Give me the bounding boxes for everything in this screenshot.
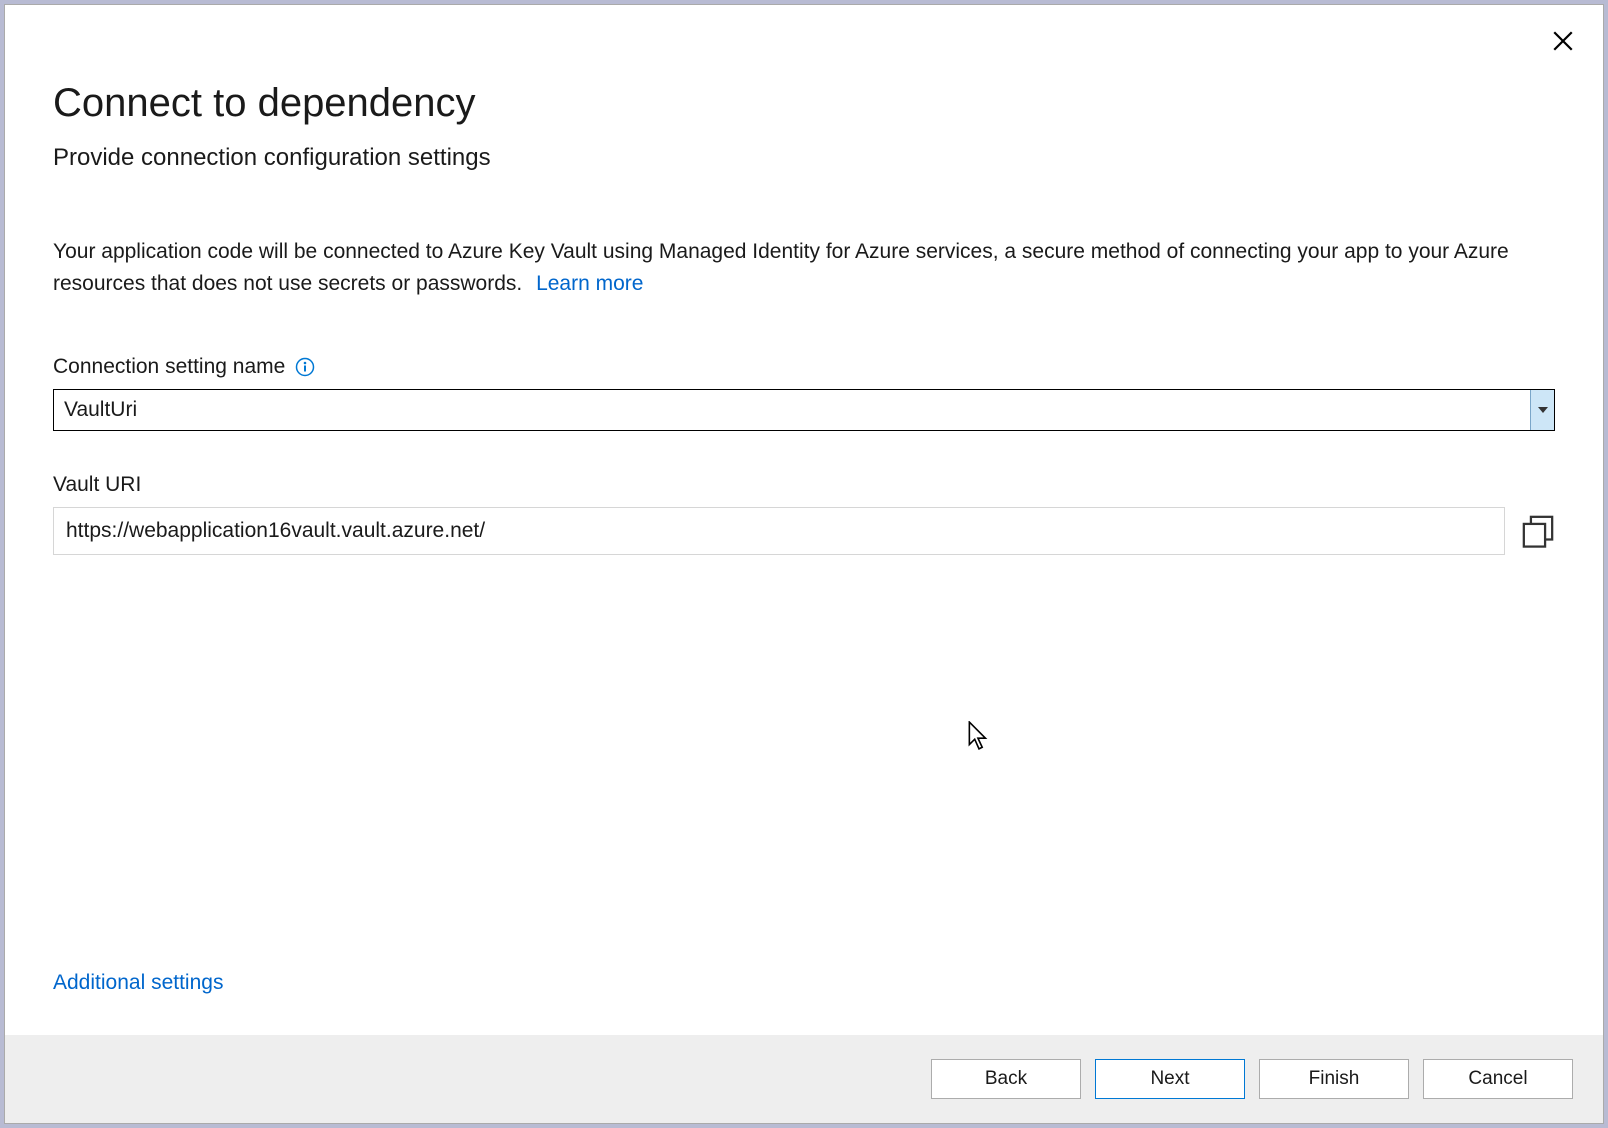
description-body: Your application code will be connected … — [53, 240, 1509, 295]
vault-uri-row — [53, 507, 1555, 555]
close-button[interactable] — [1551, 29, 1575, 53]
additional-settings-link[interactable]: Additional settings — [53, 971, 1555, 995]
close-icon — [1553, 31, 1573, 51]
connection-name-label-row: Connection setting name — [53, 355, 1555, 379]
vault-uri-label-row: Vault URI — [53, 473, 1555, 497]
description-text: Your application code will be connected … — [53, 236, 1555, 299]
dialog-content: Connect to dependency Provide connection… — [5, 5, 1603, 1035]
copy-button[interactable] — [1521, 514, 1555, 548]
vault-uri-label: Vault URI — [53, 473, 141, 497]
vault-uri-group: Vault URI — [53, 473, 1555, 555]
connection-name-label: Connection setting name — [53, 355, 285, 379]
spacer — [53, 597, 1555, 971]
vault-uri-input[interactable] — [53, 507, 1505, 555]
copy-icon — [1521, 514, 1555, 548]
connection-name-input[interactable] — [54, 390, 1530, 430]
finish-button[interactable]: Finish — [1259, 1059, 1409, 1099]
next-button[interactable]: Next — [1095, 1059, 1245, 1099]
connection-name-combobox[interactable] — [53, 389, 1555, 431]
connection-name-dropdown[interactable] — [1530, 390, 1554, 430]
connection-name-group: Connection setting name — [53, 355, 1555, 431]
learn-more-link[interactable]: Learn more — [536, 272, 643, 295]
back-button[interactable]: Back — [931, 1059, 1081, 1099]
info-icon[interactable] — [295, 357, 315, 377]
connect-dependency-dialog: Connect to dependency Provide connection… — [4, 4, 1604, 1124]
cancel-button[interactable]: Cancel — [1423, 1059, 1573, 1099]
chevron-down-icon — [1538, 407, 1548, 413]
dialog-subtitle: Provide connection configuration setting… — [53, 144, 1555, 172]
dialog-footer: Back Next Finish Cancel — [5, 1035, 1603, 1123]
dialog-title: Connect to dependency — [53, 81, 1555, 126]
